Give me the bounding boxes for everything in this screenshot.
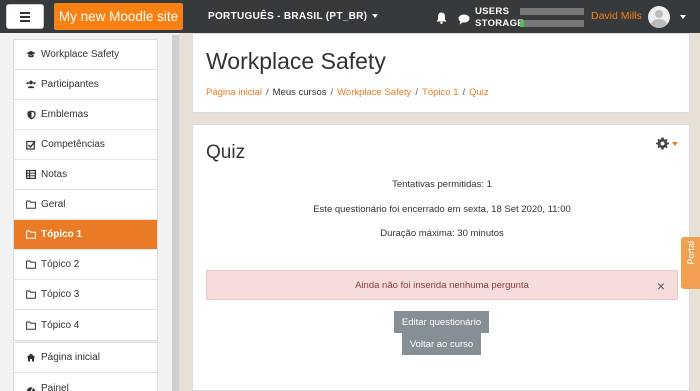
sidebar-item-topic-2[interactable]: Tópico 2 — [14, 250, 157, 280]
site-nav: Página inicial Painel — [13, 342, 158, 391]
site-name-button[interactable]: My new Moodle site — [54, 3, 183, 30]
folder-icon — [26, 320, 36, 330]
page-header: Workplace Safety Página inicial / Meus cur… — [192, 33, 690, 113]
sidebar-item-label: Tópico 3 — [41, 289, 80, 300]
sidebar-item-topic-1[interactable]: Tópico 1 — [14, 220, 157, 250]
sidebar-item-grades[interactable]: Notas — [14, 160, 157, 190]
close-icon[interactable]: × — [657, 278, 665, 294]
user-name[interactable]: David Mills — [591, 10, 642, 22]
breadcrumb-separator: / — [462, 87, 466, 98]
language-label: PORTUGUÊS - BRASIL (PT_BR) — [208, 11, 368, 22]
language-menu[interactable]: PORTUGUÊS - BRASIL (PT_BR) — [208, 11, 379, 22]
back-to-course-button[interactable]: Voltar ao curso — [402, 333, 481, 355]
sidebar-item-general[interactable]: Geral — [14, 190, 157, 220]
quiz-title: Quiz — [206, 142, 246, 163]
sidebar-item-label: Competências — [41, 139, 105, 150]
users-usage-label: USERS — [475, 6, 510, 17]
breadcrumb-topic[interactable]: Tópico 1 — [422, 87, 458, 98]
quiz-closed-info: Este questionário foi encerrado em sexta… — [313, 204, 571, 215]
page-title: Workplace Safety — [206, 48, 386, 74]
graduation-cap-icon — [26, 50, 36, 60]
users-usage-bar — [520, 8, 584, 15]
edit-quiz-button[interactable]: Editar questionário — [394, 311, 489, 333]
avatar[interactable] — [648, 6, 670, 28]
breadcrumb-separator: / — [415, 87, 419, 98]
sidebar-item-label: Emblemas — [41, 109, 89, 120]
time-limit: Duração máxima: 30 minutos — [380, 228, 504, 239]
users-icon — [26, 80, 36, 90]
sidebar-item-course[interactable]: Workplace Safety — [14, 40, 157, 70]
breadcrumb-home[interactable]: Página inicial — [206, 87, 262, 98]
shield-icon — [26, 110, 36, 120]
attempts-allowed: Tentativas permitidas: 1 — [392, 179, 492, 190]
dashboard-icon — [26, 383, 36, 391]
sidebar-item-label: Workplace Safety — [41, 49, 120, 60]
top-navbar: My new Moodle site PORTUGUÊS - BRASIL (P… — [0, 0, 700, 33]
sidebar-item-competencies[interactable]: Competências — [14, 130, 157, 160]
sidebar-item-participants[interactable]: Participantes — [14, 70, 157, 100]
storage-usage-label: STORAGE — [475, 18, 524, 29]
sidebar-item-label: Painel — [41, 382, 69, 391]
chat-icon[interactable] — [458, 12, 470, 30]
folder-icon — [26, 200, 36, 210]
portal-tab[interactable]: Portal — [681, 237, 700, 289]
sidebar-item-topic-4[interactable]: Tópico 4 — [14, 310, 157, 340]
portal-tab-label: Portal — [685, 241, 696, 265]
sidebar-item-home[interactable]: Página inicial — [14, 343, 157, 373]
breadcrumb-quiz[interactable]: Quiz — [469, 87, 489, 98]
drawer-scrollbar[interactable] — [172, 35, 179, 391]
breadcrumb-separator: / — [330, 87, 334, 98]
sidebar-item-dashboard[interactable]: Painel — [14, 373, 157, 391]
sidebar-item-badges[interactable]: Emblemas — [14, 100, 157, 130]
table-icon — [26, 170, 36, 180]
breadcrumb: Página inicial / Meus cursos / Workplace Saf… — [206, 87, 489, 98]
folder-icon — [26, 290, 36, 300]
sidebar-item-label: Participantes — [41, 79, 99, 90]
course-nav: Workplace Safety Participantes Emblemas … — [13, 39, 158, 341]
quiz-content: Quiz Tentativas permitidas: 1 Este quest… — [192, 124, 690, 391]
check-square-icon — [26, 140, 36, 150]
sidebar-item-label: Tópico 2 — [41, 259, 80, 270]
sidebar-item-label: Geral — [41, 199, 66, 210]
sidebar-item-label: Notas — [41, 169, 68, 180]
folder-icon — [26, 230, 36, 240]
sidebar-item-label: Tópico 1 — [41, 229, 83, 240]
sidebar-item-topic-3[interactable]: Tópico 3 — [14, 280, 157, 310]
chevron-down-icon — [372, 14, 379, 19]
breadcrumb-separator: / — [265, 87, 269, 98]
chevron-down-icon[interactable] — [680, 15, 686, 19]
bell-icon[interactable] — [436, 11, 447, 29]
alert-message: Ainda não foi inserida nenhuma pergunta — [355, 279, 529, 291]
gear-icon[interactable] — [656, 137, 678, 150]
folder-icon — [26, 260, 36, 270]
no-questions-alert: Ainda não foi inserida nenhuma pergunta … — [206, 270, 678, 300]
breadcrumb-course[interactable]: Workplace Safety — [337, 87, 411, 98]
menu-icon[interactable] — [6, 4, 44, 29]
sidebar-item-label: Tópico 4 — [41, 319, 80, 331]
sidebar-item-label: Página inicial — [41, 352, 100, 363]
nav-drawer: Workplace Safety Participantes Emblemas … — [0, 33, 180, 391]
storage-usage-bar — [520, 20, 584, 27]
home-icon — [26, 353, 36, 363]
chevron-down-icon — [672, 141, 678, 146]
breadcrumb-my-courses: Meus cursos — [272, 87, 327, 98]
